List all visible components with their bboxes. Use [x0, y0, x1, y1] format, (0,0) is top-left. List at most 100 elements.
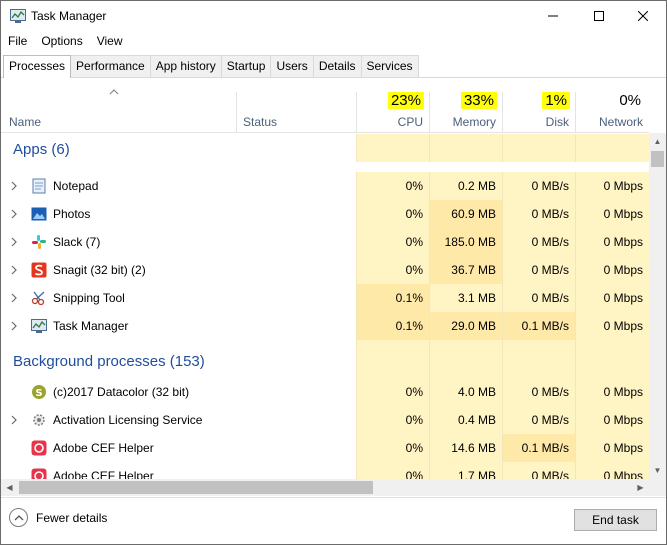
column-name[interactable]: Name	[9, 115, 41, 129]
task-manager-icon	[10, 9, 26, 23]
fewer-details-toggle[interactable]: Fewer details	[9, 508, 107, 527]
table-row[interactable]: Snagit (32 bit) (2) 0% 36.7 MB 0 MB/s 0 …	[1, 256, 649, 284]
cpu-cell: 0%	[356, 378, 429, 406]
chevron-right-icon[interactable]	[10, 209, 18, 219]
maximize-icon	[594, 11, 604, 21]
memory-cell	[429, 134, 502, 162]
process-name: Snagit (32 bit) (2)	[53, 263, 146, 277]
horizontal-scroll-thumb[interactable]	[19, 481, 373, 494]
task-manager-window: Task Manager File Options View Processes…	[0, 0, 667, 545]
photos-icon	[31, 207, 47, 221]
scroll-left-arrow-icon[interactable]: ◀	[1, 479, 18, 496]
cpu-label: CPU	[397, 115, 423, 129]
chevron-right-icon[interactable]	[10, 181, 18, 191]
network-cell: 0 Mbps	[575, 200, 649, 228]
tab-users[interactable]: Users	[270, 55, 314, 77]
disk-cell: 0.1 MB/s	[502, 434, 575, 462]
table-row[interactable]: Activation Licensing Service 0% 0.4 MB 0…	[1, 406, 649, 434]
menu-options[interactable]: Options	[34, 32, 89, 52]
table-row[interactable]: S (c)2017 Datacolor (32 bit) 0% 4.0 MB 0…	[1, 378, 649, 406]
column-header: Name Status 23% CPU 33% Memory 1% Disk 0…	[1, 78, 649, 133]
column-cpu[interactable]: 23% CPU	[356, 78, 429, 132]
footer-divider	[1, 497, 666, 498]
process-name: Snipping Tool	[53, 291, 125, 305]
memory-cell: 36.7 MB	[429, 256, 502, 284]
minimize-button[interactable]	[530, 1, 576, 31]
disk-cell: 0 MB/s	[502, 200, 575, 228]
table-row[interactable]: Photos 0% 60.9 MB 0 MB/s 0 Mbps	[1, 200, 649, 228]
network-cell: 0 Mbps	[575, 312, 649, 340]
network-cell: 0 Mbps	[575, 406, 649, 434]
tab-performance[interactable]: Performance	[70, 55, 151, 77]
menu-view[interactable]: View	[90, 32, 130, 52]
tab-processes[interactable]: Processes	[3, 55, 72, 78]
datacolor-icon: S	[32, 385, 46, 399]
chevron-right-icon[interactable]	[10, 321, 18, 331]
cpu-cell	[356, 340, 429, 378]
disk-cell: 0.1 MB/s	[502, 312, 575, 340]
column-memory[interactable]: 33% Memory	[429, 78, 502, 132]
scroll-up-arrow-icon[interactable]: ▲	[649, 133, 666, 150]
licensing-service-icon	[33, 414, 45, 426]
chevron-right-icon[interactable]	[10, 265, 18, 275]
notepad-icon	[32, 178, 46, 194]
table-row[interactable]: Snipping Tool 0.1% 3.1 MB 0 MB/s 0 Mbps	[1, 284, 649, 312]
cpu-cell: 0%	[356, 406, 429, 434]
task-manager-icon	[31, 319, 47, 333]
tab-services[interactable]: Services	[360, 55, 419, 77]
disk-cell: 0 MB/s	[502, 462, 575, 480]
scroll-right-arrow-icon[interactable]: ▶	[632, 479, 649, 496]
disk-cell: 0 MB/s	[502, 172, 575, 200]
table-row[interactable]: Adobe CEF Helper 0% 1.7 MB 0 MB/s 0 Mbps	[1, 462, 649, 480]
group-row-apps[interactable]: Apps (6)	[1, 134, 649, 162]
maximize-button[interactable]	[576, 1, 622, 31]
process-list: Apps (6) Notepad 0% 0.2 MB 0 MB/s 0 Mbps…	[1, 134, 649, 480]
table-row[interactable]: Slack (7) 0% 185.0 MB 0 MB/s 0 Mbps	[1, 228, 649, 256]
vertical-scrollbar[interactable]: ▲ ▼	[649, 133, 666, 479]
cpu-percent: 23%	[387, 92, 424, 109]
memory-label: Memory	[452, 115, 496, 129]
title-bar[interactable]: Task Manager	[1, 1, 666, 31]
tab-strip: Processes Performance App history Startu…	[3, 55, 419, 78]
column-status[interactable]: Status	[243, 115, 277, 129]
group-row-background[interactable]: Background processes (153)	[1, 340, 649, 378]
table-row[interactable]: Task Manager 0.1% 29.0 MB 0.1 MB/s 0 Mbp…	[1, 312, 649, 340]
snipping-tool-icon	[31, 291, 45, 306]
process-name: Activation Licensing Service	[53, 413, 203, 427]
column-divider[interactable]	[236, 92, 237, 132]
sort-up-icon[interactable]	[109, 88, 119, 96]
network-cell: 0 Mbps	[575, 462, 649, 480]
memory-cell: 185.0 MB	[429, 228, 502, 256]
close-button[interactable]	[620, 1, 666, 31]
memory-percent: 33%	[460, 92, 497, 109]
memory-cell: 0.4 MB	[429, 406, 502, 434]
cpu-cell: 0%	[356, 228, 429, 256]
disk-cell: 0 MB/s	[502, 378, 575, 406]
chevron-right-icon[interactable]	[10, 415, 18, 425]
group-title-background: Background processes (153)	[13, 353, 205, 370]
end-task-button[interactable]: End task	[574, 509, 657, 531]
menu-bar: File Options View	[1, 32, 130, 52]
tab-app-history[interactable]: App history	[149, 55, 222, 77]
menu-file[interactable]: File	[1, 32, 34, 52]
close-icon	[638, 11, 648, 21]
tab-details[interactable]: Details	[312, 55, 362, 77]
disk-cell: 0 MB/s	[502, 256, 575, 284]
adobe-cef-icon	[31, 440, 47, 456]
vertical-scroll-thumb[interactable]	[651, 151, 664, 167]
scroll-down-arrow-icon[interactable]: ▼	[649, 462, 666, 479]
column-network[interactable]: 0% Network	[575, 78, 649, 132]
horizontal-scrollbar[interactable]: ◀ ▶	[1, 479, 649, 496]
disk-cell: 0 MB/s	[502, 228, 575, 256]
column-disk[interactable]: 1% Disk	[502, 78, 575, 132]
disk-cell	[502, 134, 575, 162]
process-name: Adobe CEF Helper	[53, 441, 154, 455]
disk-label: Disk	[545, 115, 569, 129]
chevron-right-icon[interactable]	[10, 293, 18, 303]
chevron-right-icon[interactable]	[10, 237, 18, 247]
fewer-details-label: Fewer details	[36, 510, 108, 525]
table-row[interactable]: Notepad 0% 0.2 MB 0 MB/s 0 Mbps	[1, 172, 649, 200]
chevron-up-icon	[9, 508, 28, 527]
tab-startup[interactable]: Startup	[220, 55, 272, 77]
table-row[interactable]: Adobe CEF Helper 0% 14.6 MB 0.1 MB/s 0 M…	[1, 434, 649, 462]
